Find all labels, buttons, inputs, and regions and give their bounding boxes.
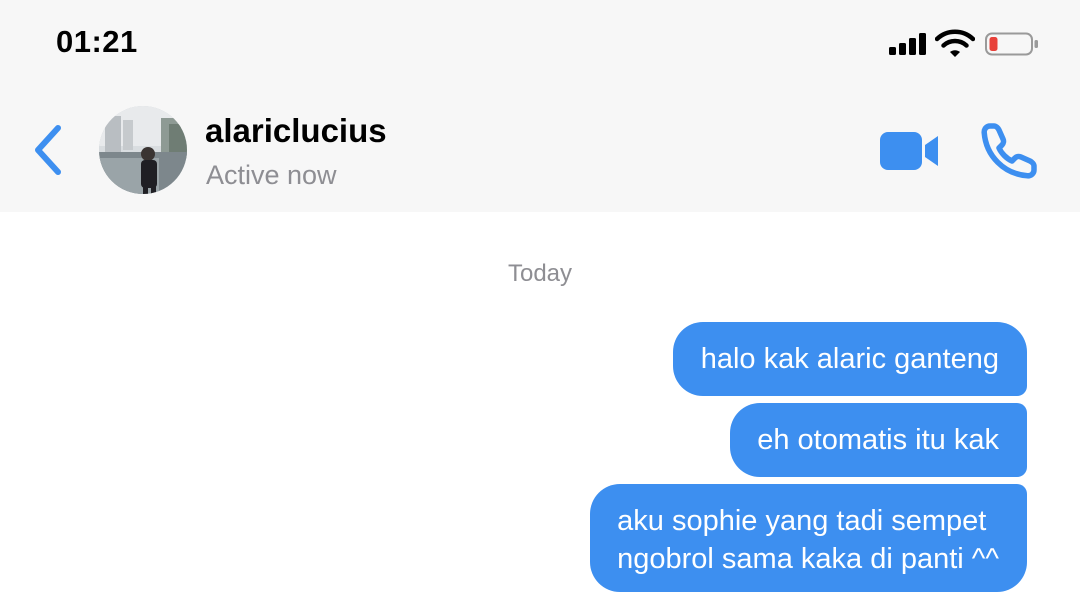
- message-text: eh otomatis itu kak: [757, 424, 999, 456]
- message-text-line: ngobrol sama kaka di panti ^^: [617, 543, 999, 575]
- chat-header: 01:21 alariclucius Active now: [0, 0, 1080, 212]
- contact-status: Active now: [206, 160, 337, 190]
- date-separator: Today: [507, 260, 573, 287]
- video-camera-icon[interactable]: [878, 128, 942, 174]
- battery-low-icon: [985, 32, 1038, 56]
- signal-bars-icon: [889, 33, 929, 55]
- message-bubble[interactable]: halo kak alaric ganteng: [672, 322, 1027, 396]
- wifi-icon: [935, 29, 975, 57]
- back-button[interactable]: [26, 120, 74, 180]
- phone-icon[interactable]: [980, 122, 1038, 180]
- contact-avatar[interactable]: [99, 106, 187, 194]
- contact-name[interactable]: alariclucius: [205, 112, 387, 150]
- message-bubble[interactable]: aku sophie yang tadi sempet ngobrol sama…: [590, 484, 1027, 592]
- status-time: 01:21: [56, 24, 138, 59]
- message-bubble[interactable]: eh otomatis itu kak: [730, 403, 1027, 477]
- avatar-photo: [99, 106, 187, 194]
- message-text-line: aku sophie yang tadi sempet: [617, 505, 987, 537]
- message-text: halo kak alaric ganteng: [700, 343, 999, 375]
